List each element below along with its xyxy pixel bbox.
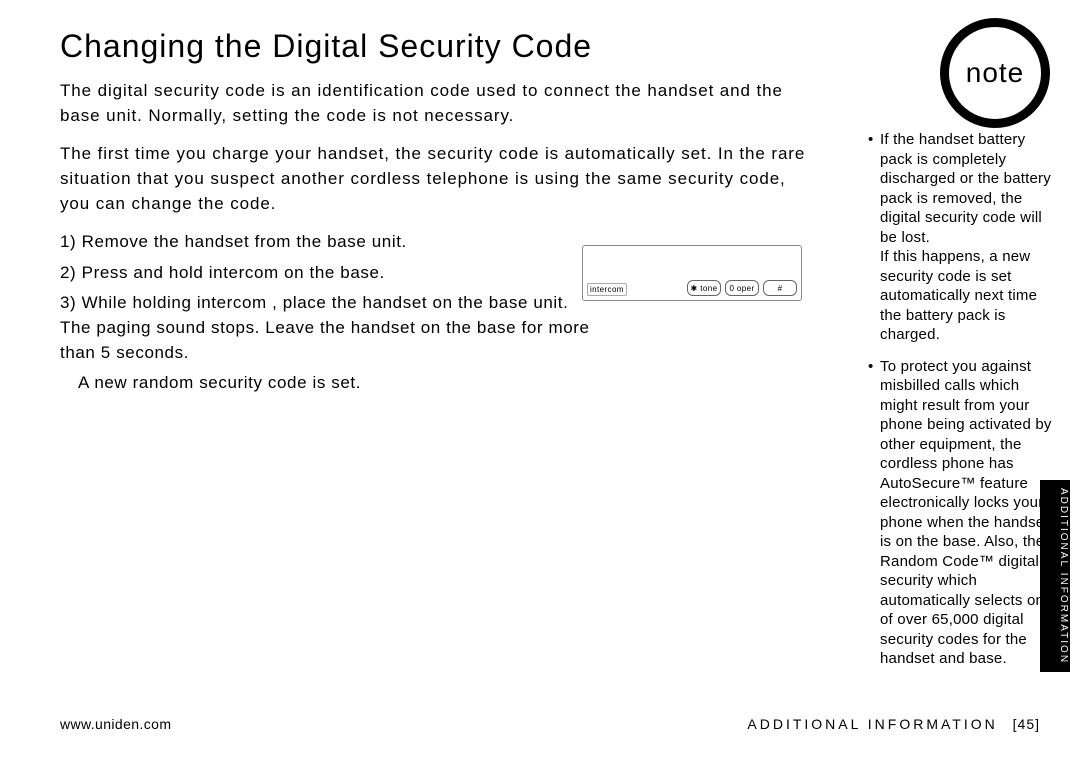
step-3: 3) While holding intercom , place the ha… bbox=[60, 291, 600, 365]
sidebar-note-2b: AutoSecure™ bbox=[880, 475, 976, 492]
footer-section: ADDITIONAL INFORMATION bbox=[747, 716, 997, 732]
step-2-text-a: 2) Press and hold bbox=[60, 263, 203, 282]
step-2-key: intercom bbox=[209, 263, 279, 282]
sidebar-note-2: To protect you against misbilled calls w… bbox=[868, 357, 1058, 669]
page-title: Changing the Digital Security Code bbox=[60, 28, 1050, 65]
step-1: 1) Remove the handset from the base unit… bbox=[60, 230, 600, 255]
step-2-text-c: on the base. bbox=[284, 263, 385, 282]
steps-section: 1) Remove the handset from the base unit… bbox=[60, 230, 600, 396]
key-hash: # bbox=[763, 280, 797, 296]
key-star: ✱ tone bbox=[687, 280, 721, 296]
step-3-result: A new random security code is set. bbox=[78, 371, 600, 396]
section-tab-line2: INFORMATION bbox=[1058, 573, 1069, 664]
sidebar-note-1a: If the handset battery pack is completel… bbox=[880, 131, 1051, 246]
step-2: 2) Press and hold intercom on the base. bbox=[60, 261, 600, 286]
key-zero: 0 oper bbox=[725, 280, 759, 296]
section-tab-line1: ADDITIONAL bbox=[1058, 488, 1069, 568]
footer-section-page: ADDITIONAL INFORMATION [45] bbox=[747, 716, 1040, 732]
note-badge: note bbox=[940, 18, 1050, 128]
base-keypad-illustration: intercom ✱ tone 0 oper # bbox=[582, 245, 802, 301]
intro-paragraph-2: The first time you charge your handset, … bbox=[60, 142, 820, 216]
intro-paragraph-1: The digital security code is an identifi… bbox=[60, 79, 820, 128]
sidebar-note-1b: If this happens, a new security code is … bbox=[880, 248, 1037, 343]
section-tab: ADDITIONAL INFORMATION bbox=[1040, 480, 1070, 672]
intercom-key: intercom bbox=[587, 283, 627, 296]
note-label: note bbox=[966, 57, 1025, 89]
footer-page-number: [45] bbox=[1013, 716, 1040, 732]
intro-section: The digital security code is an identifi… bbox=[60, 79, 820, 216]
sidebar-notes: If the handset battery pack is completel… bbox=[868, 130, 1058, 681]
sidebar-note-2a: To protect you against misbilled calls w… bbox=[880, 358, 1052, 473]
step-3-text-a: 3) While holding bbox=[60, 293, 192, 312]
footer-url: www.uniden.com bbox=[60, 716, 171, 732]
sidebar-note-2c: feature electronically locks your phone … bbox=[880, 475, 1053, 668]
step-3-key: intercom bbox=[197, 293, 267, 312]
sidebar-note-1: If the handset battery pack is completel… bbox=[868, 130, 1058, 345]
